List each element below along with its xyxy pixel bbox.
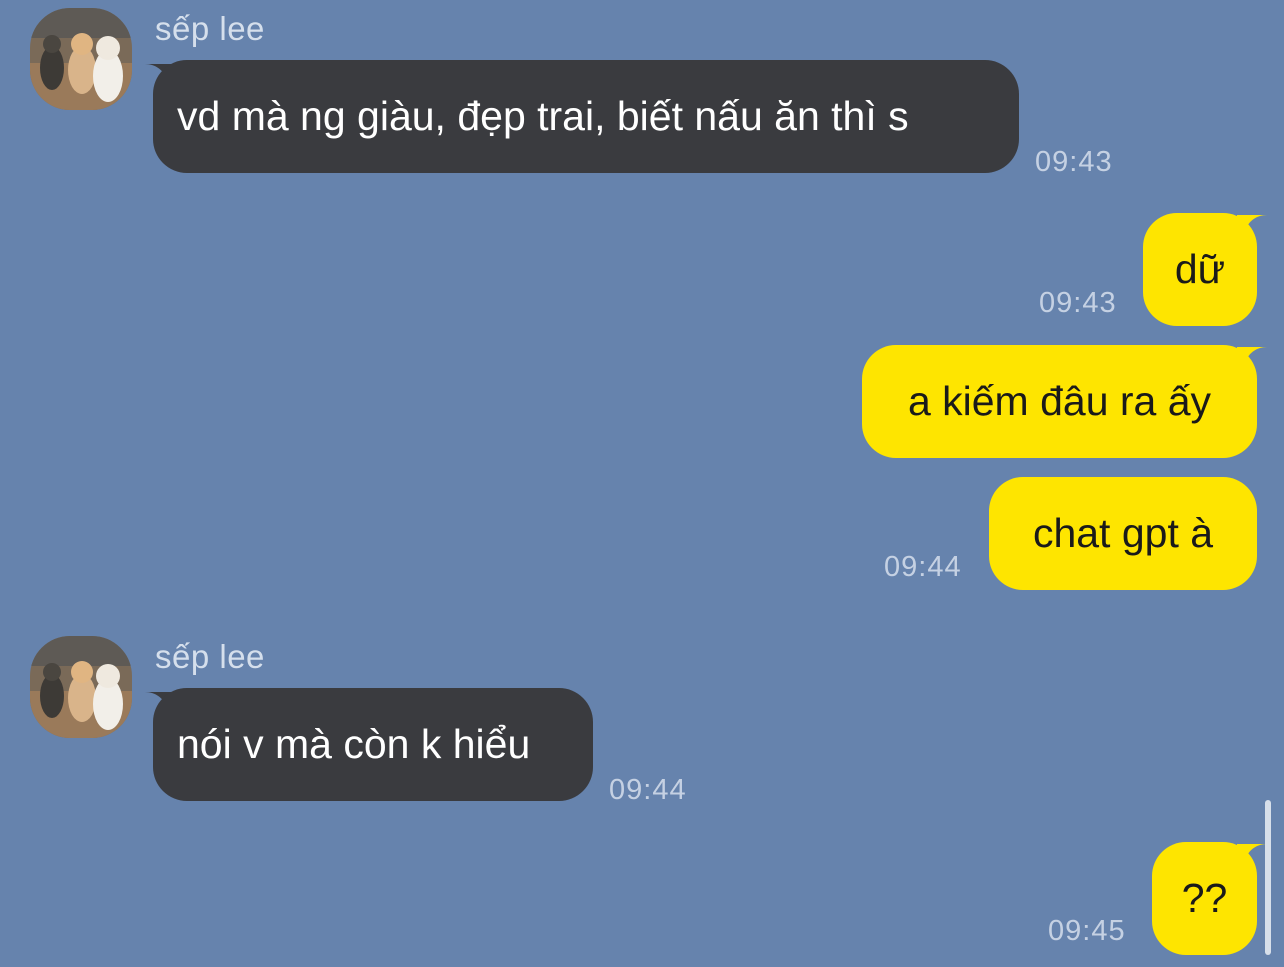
- sender-avatar[interactable]: [30, 636, 132, 738]
- message-bubble[interactable]: chat gpt à: [989, 477, 1257, 590]
- scrollbar[interactable]: [1265, 800, 1271, 955]
- message-bubble[interactable]: a kiếm đâu ra ấy: [862, 345, 1257, 458]
- message-text: a kiếm đâu ra ấy: [907, 378, 1212, 424]
- message-text: nói v mà còn k hiểu: [177, 721, 531, 767]
- sender-name: sếp lee: [155, 638, 265, 675]
- bubble-tail: [1237, 215, 1267, 241]
- bubble-tail: [1237, 347, 1267, 373]
- message-timestamp: 09:43: [1039, 287, 1117, 319]
- message-timestamp: 09:43: [1035, 146, 1113, 178]
- cats-avatar-image: [30, 8, 132, 110]
- message-text: vd mà ng giàu, đẹp trai, biết nấu ăn thì…: [177, 93, 909, 139]
- sender-name: sếp lee: [155, 10, 265, 47]
- cats-avatar-image: [30, 636, 132, 738]
- message-text: chat gpt à: [1032, 510, 1214, 556]
- message-timestamp: 09:45: [1048, 915, 1126, 947]
- message-text: dữ: [1174, 246, 1226, 292]
- message-bubble[interactable]: nói v mà còn k hiểu: [153, 688, 593, 801]
- message-timestamp: 09:44: [609, 774, 687, 806]
- message-bubble[interactable]: vd mà ng giàu, đẹp trai, biết nấu ăn thì…: [153, 60, 1019, 173]
- bubble-tail: [1237, 844, 1267, 870]
- sender-avatar[interactable]: [30, 8, 132, 110]
- message-timestamp: 09:44: [884, 551, 962, 583]
- message-text: ??: [1181, 875, 1228, 921]
